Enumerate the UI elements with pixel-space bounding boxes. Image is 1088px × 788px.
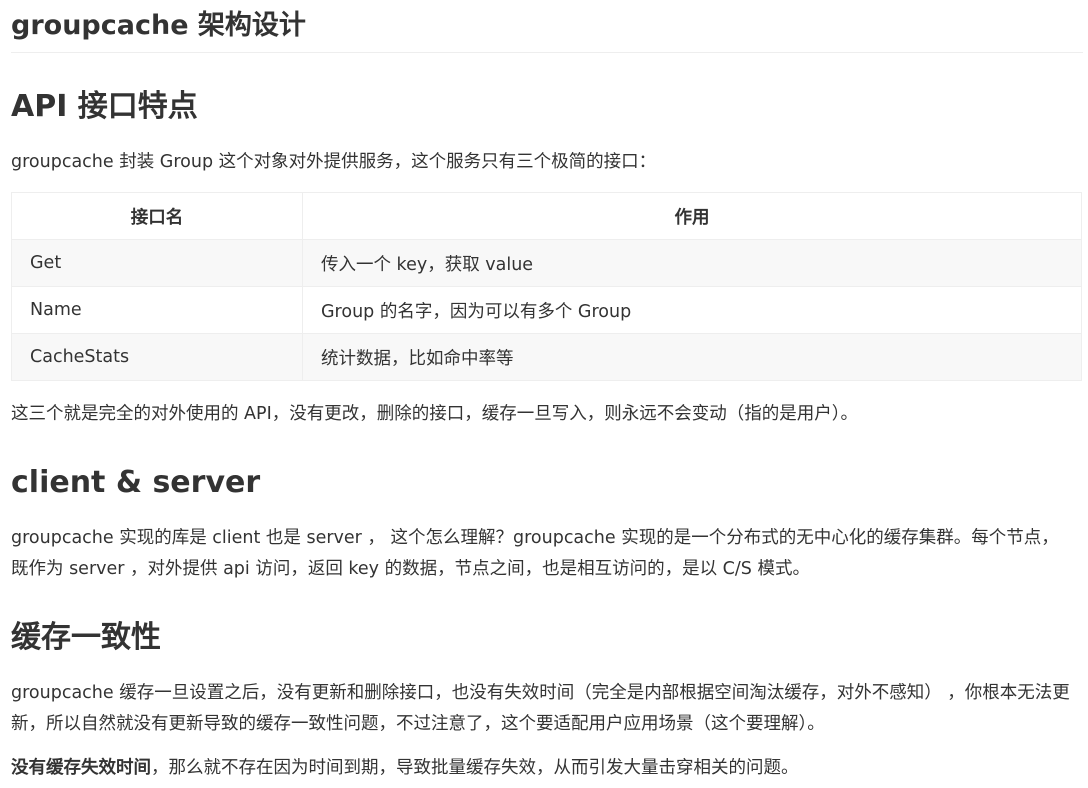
consistency-paragraph: groupcache 缓存一旦设置之后，没有更新和删除接口，也没有失效时间（完全… [11,683,1070,734]
title-divider [11,52,1083,53]
table-cell: Get [11,239,303,287]
table-cell: 传入一个 key，获取 value [302,239,1082,287]
page-title: groupcache 架构设计 [11,10,306,41]
bold-emphasis: 没有缓存失效时间 [11,758,151,778]
table-row: Name Group 的名字，因为可以有多个 Group [11,286,1082,334]
api-summary-paragraph: 这三个就是完全的对外使用的 API，没有更改，删除的接口，缓存一旦写入，则永远不… [11,404,858,424]
client-server-paragraph: groupcache 实现的库是 client 也是 server ， 这个怎么… [11,528,1059,579]
consistency-note-paragraph: 没有缓存失效时间，那么就不存在因为时间到期，导致批量缓存失效，从而引发大量击穿相… [11,753,1071,784]
table-row: CacheStats 统计数据，比如命中率等 [11,333,1082,381]
api-table: 接口名 作用 Get 传入一个 key，获取 value Name Group … [11,192,1082,381]
table-header-row: 接口名 作用 [11,192,1082,240]
table-header-cell: 作用 [302,192,1082,240]
table-cell: 统计数据，比如命中率等 [302,333,1082,381]
section-heading-api: API 接口特点 [11,89,198,124]
table-cell: Name [11,286,303,334]
note-text: ，那么就不存在因为时间到期，导致批量缓存失效，从而引发大量击穿相关的问题。 [151,758,799,778]
table-row: Get 传入一个 key，获取 value [11,239,1082,287]
table-cell: CacheStats [11,333,303,381]
section-heading-client-server: client & server [11,465,261,500]
table-header-cell: 接口名 [11,192,303,240]
section-heading-consistency: 缓存一致性 [11,620,161,655]
api-intro-paragraph: groupcache 封装 Group 这个对象对外提供服务，这个服务只有三个极… [11,152,657,172]
table-cell: Group 的名字，因为可以有多个 Group [302,286,1082,334]
